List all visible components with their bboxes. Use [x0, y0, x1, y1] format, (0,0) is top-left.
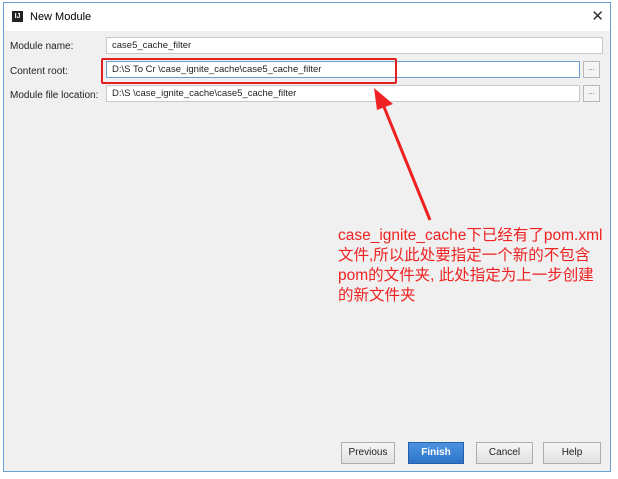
help-button[interactable]: Help	[543, 442, 601, 464]
annotation-text: case_ignite_cache下已经有了pom.xml文件,所以此处要指定一…	[338, 227, 603, 304]
previous-button[interactable]: Previous	[341, 442, 395, 464]
finish-button[interactable]: Finish	[408, 442, 464, 464]
cancel-button[interactable]: Cancel	[476, 442, 533, 464]
